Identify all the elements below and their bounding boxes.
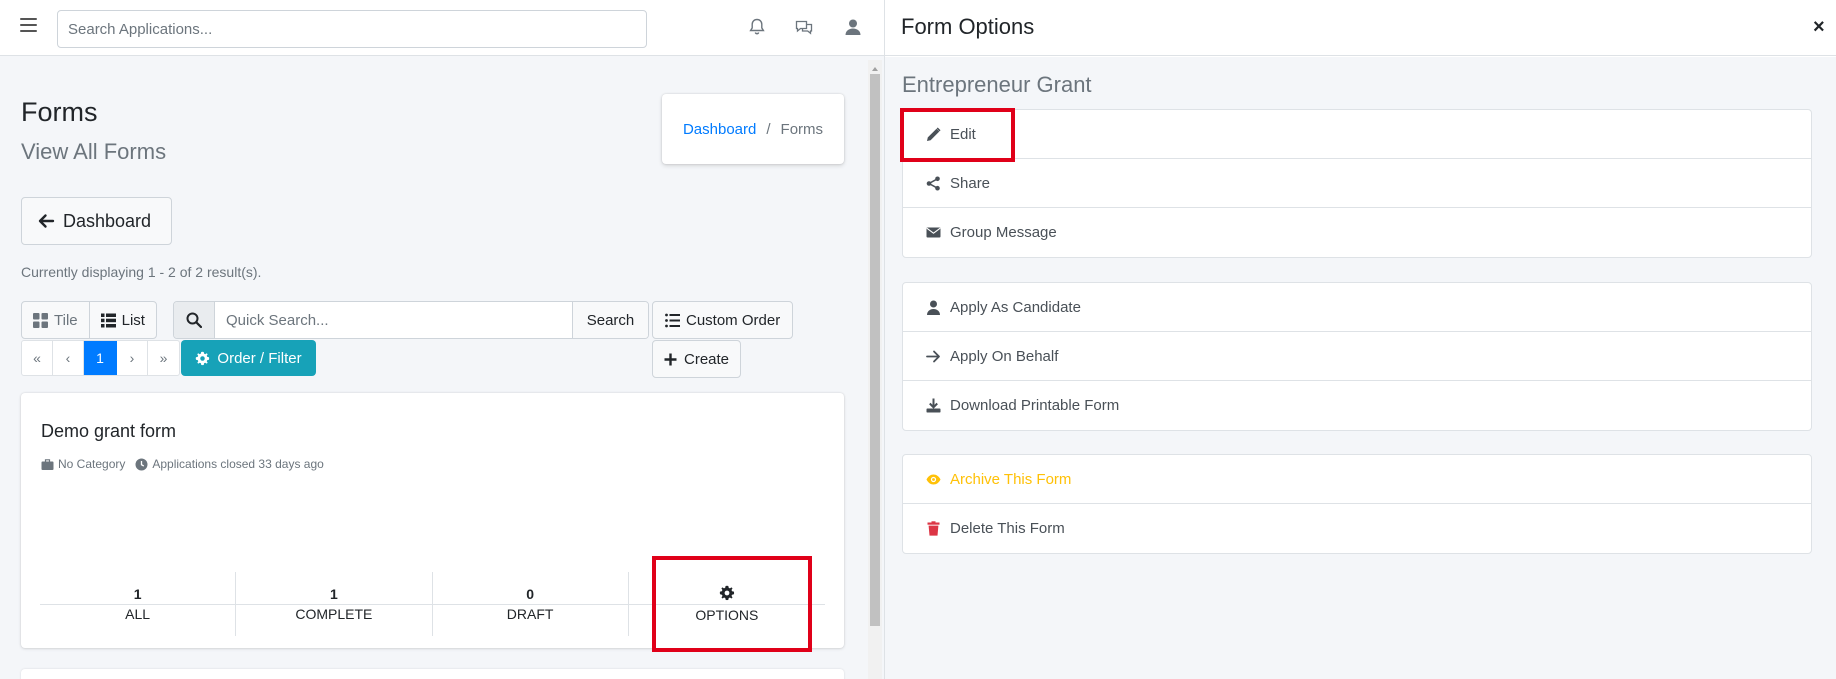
apply-as-candidate-label: Apply As Candidate: [950, 298, 1081, 316]
download-printable-form-option[interactable]: Download Printable Form: [903, 381, 1811, 430]
result-count-text: Currently displaying 1 - 2 of 2 result(s…: [21, 264, 262, 280]
breadcrumb: Dashboard / Forms: [662, 94, 844, 164]
hamburger-menu-icon[interactable]: [20, 18, 37, 32]
pagination-first[interactable]: «: [22, 341, 53, 375]
trash-icon: [927, 521, 940, 536]
panel-header: Form Options ×: [885, 0, 1836, 56]
user-icon[interactable]: [843, 17, 863, 37]
arrow-right-icon: [926, 350, 940, 362]
stat-complete[interactable]: 1 COMPLETE: [236, 572, 433, 636]
form-category-text: No Category: [58, 457, 126, 471]
clock-icon: [135, 458, 148, 470]
edit-option[interactable]: Edit: [903, 110, 1811, 159]
list-view-button[interactable]: List: [90, 302, 156, 338]
page-title: Forms: [21, 97, 98, 127]
page-subtitle: View All Forms: [21, 139, 167, 164]
grid-icon: [33, 312, 48, 328]
archive-form-label: Archive This Form: [950, 470, 1072, 488]
share-option-label: Share: [950, 174, 991, 192]
form-category: No Category: [41, 457, 125, 471]
search-icon: [174, 302, 215, 338]
stat-all[interactable]: 1 ALL: [40, 572, 237, 636]
group-message-option-label: Group Message: [950, 224, 1057, 241]
stat-complete-label: COMPLETE: [295, 606, 373, 622]
form-status-text: Applications closed 33 days ago: [152, 457, 324, 471]
arrow-left-icon: [38, 214, 55, 228]
pagination-page-1[interactable]: 1: [84, 341, 117, 375]
stat-draft-label: DRAFT: [506, 606, 554, 622]
tile-view-button[interactable]: Tile: [22, 302, 90, 338]
panel-body: Entrepreneur Grant Edit Share Group Mess…: [885, 57, 1836, 679]
form-options-panel: Form Options × Entrepreneur Grant Edit S…: [884, 0, 1836, 679]
stat-complete-count: 1: [329, 586, 338, 602]
form-stats: 1 ALL 1 COMPLETE 0 DRAFT OPTIONS: [40, 572, 825, 636]
breadcrumb-separator: /: [766, 120, 771, 138]
delete-form-label: Delete This Form: [950, 520, 1065, 537]
delete-form-option[interactable]: Delete This Form: [903, 504, 1811, 553]
breadcrumb-link-dashboard[interactable]: Dashboard: [683, 121, 756, 138]
stat-draft-count: 0: [526, 586, 535, 602]
edit-option-label: Edit: [950, 125, 976, 143]
scrollbar-thumb[interactable]: [870, 74, 880, 626]
quick-search-button[interactable]: Search: [572, 302, 648, 338]
top-navbar: [0, 0, 884, 56]
custom-order-label: Custom Order: [686, 311, 781, 329]
tile-label: Tile: [54, 311, 78, 329]
options-group-danger: Archive This Form Delete This Form: [902, 454, 1812, 554]
bell-icon[interactable]: [747, 17, 767, 37]
stat-all-count: 1: [133, 586, 142, 602]
pencil-icon: [927, 126, 941, 141]
next-form-card: [21, 669, 844, 679]
user-icon: [927, 300, 940, 315]
list-icon: [100, 313, 116, 327]
create-label: Create: [684, 350, 730, 368]
pagination-next[interactable]: ›: [117, 341, 148, 375]
view-toggle: Tile List: [21, 301, 157, 339]
pagination: « ‹ 1 › »: [21, 340, 180, 376]
download-icon: [926, 398, 941, 413]
custom-order-button[interactable]: Custom Order: [652, 301, 793, 339]
order-filter-button[interactable]: Order / Filter: [181, 340, 316, 376]
pagination-last[interactable]: »: [148, 341, 179, 375]
stat-draft[interactable]: 0 DRAFT: [433, 572, 629, 636]
quick-search-group: Search: [173, 301, 649, 339]
options-button[interactable]: OPTIONS: [629, 572, 825, 636]
panel-title: Form Options: [901, 14, 1035, 39]
search-applications-input[interactable]: [57, 10, 647, 48]
pagination-prev[interactable]: ‹: [53, 341, 84, 375]
group-message-option[interactable]: Group Message: [903, 208, 1811, 257]
close-icon[interactable]: ×: [1813, 16, 1829, 38]
scroll-up-arrow-icon[interactable]: [870, 61, 880, 71]
create-button[interactable]: Create: [652, 340, 741, 378]
list-label: List: [121, 311, 145, 329]
download-printable-form-label: Download Printable Form: [950, 397, 1120, 414]
quick-search-input[interactable]: [215, 302, 572, 338]
share-option[interactable]: Share: [903, 159, 1811, 208]
options-group-apply: Apply As Candidate Apply On Behalf Downl…: [902, 282, 1812, 431]
apply-on-behalf-option[interactable]: Apply On Behalf: [903, 332, 1811, 381]
list-icon: [665, 313, 680, 327]
gear-icon: [196, 351, 210, 365]
chat-icon[interactable]: [794, 17, 814, 37]
plus-icon: [664, 353, 677, 365]
panel-form-name: Entrepreneur Grant: [902, 72, 1092, 97]
order-filter-label: Order / Filter: [217, 349, 302, 367]
gear-icon: [719, 585, 734, 601]
briefcase-icon: [41, 458, 54, 470]
back-button-label: Dashboard: [63, 210, 152, 231]
apply-on-behalf-label: Apply On Behalf: [950, 347, 1059, 365]
options-group-manage: Edit Share Group Message: [902, 109, 1812, 258]
stat-all-label: ALL: [125, 606, 151, 622]
breadcrumb-current: Forms: [780, 120, 824, 138]
envelope-icon: [926, 227, 941, 238]
options-label: OPTIONS: [695, 607, 759, 623]
form-status: Applications closed 33 days ago: [135, 457, 324, 471]
share-icon: [926, 176, 940, 190]
form-title: Demo grant form: [41, 421, 177, 441]
form-meta: No Category Applications closed 33 days …: [41, 457, 334, 471]
archive-form-option[interactable]: Archive This Form: [903, 455, 1811, 504]
apply-as-candidate-option[interactable]: Apply As Candidate: [903, 283, 1811, 332]
eye-icon: [926, 474, 941, 484]
back-to-dashboard-button[interactable]: Dashboard: [21, 197, 172, 245]
